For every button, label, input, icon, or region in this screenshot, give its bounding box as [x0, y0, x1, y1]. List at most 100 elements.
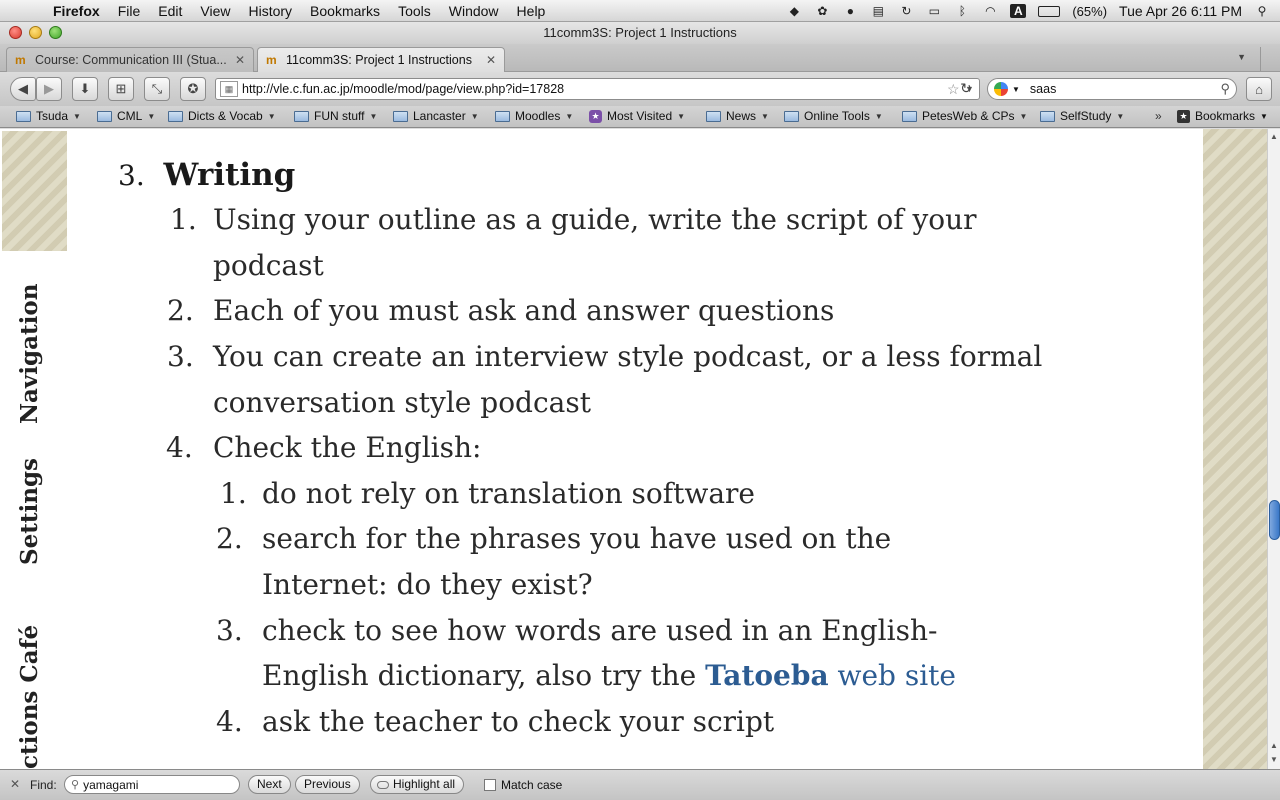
checkbox-icon[interactable]	[484, 779, 496, 791]
menu-history[interactable]: History	[239, 3, 301, 19]
close-tab-icon[interactable]: ✕	[486, 53, 496, 67]
sidebar-settings-tab[interactable]: Settings	[16, 458, 43, 565]
paw-icon[interactable]: ✿	[814, 4, 830, 18]
menu-file[interactable]: File	[109, 3, 150, 19]
find-previous-button[interactable]: Previous	[295, 775, 360, 794]
chevron-down-icon: ▼	[565, 111, 574, 121]
scroll-thumb[interactable]	[1269, 500, 1280, 540]
back-button[interactable]: ◀	[10, 77, 36, 101]
sidebar-cafe-tab[interactable]: ctions Café	[16, 625, 43, 769]
sidebar-navigation-tab[interactable]: Navigation	[16, 284, 43, 424]
close-find-bar-icon[interactable]: ✕	[10, 777, 20, 791]
url-bar[interactable]: ▦ http://vle.c.fun.ac.jp/moodle/mod/page…	[215, 78, 980, 100]
scroll-up-icon[interactable]: ▲	[1270, 741, 1278, 750]
home-button[interactable]: ⌂	[1246, 77, 1272, 101]
zoom-window-button[interactable]	[49, 26, 62, 39]
bookmark-folder-news[interactable]: News ▼	[706, 109, 769, 123]
tab-label: 11comm3S: Project 1 Instructions	[286, 53, 472, 67]
highlight-all-button[interactable]: Highlight all	[370, 775, 465, 794]
spotlight-search-icon[interactable]: ⚲	[1254, 4, 1270, 18]
bookmark-folder-selfstudy[interactable]: SelfStudy ▼	[1040, 109, 1124, 123]
scroll-up-icon[interactable]: ▲	[1270, 132, 1278, 141]
fullscreen-button[interactable]: ⤡	[144, 77, 170, 101]
moodle-favicon-icon: m	[15, 53, 26, 67]
chevron-down-icon: ▼	[1116, 111, 1125, 121]
clock[interactable]: Tue Apr 26 6:11 PM	[1119, 3, 1242, 19]
find-input[interactable]: ⚲ yamagami	[64, 775, 240, 794]
bluetooth-icon[interactable]: ᛒ	[954, 4, 970, 18]
list-item: 4.	[166, 431, 193, 464]
folder-icon	[294, 110, 309, 122]
vertical-scrollbar[interactable]: ▲ ▲ ▼	[1267, 129, 1280, 769]
list-item-text: Check the English:	[213, 431, 482, 464]
menu-edit[interactable]: Edit	[149, 3, 191, 19]
skype-icon[interactable]: ●	[842, 4, 858, 18]
tab-course[interactable]: m Course: Communication III (Stua... ✕	[6, 47, 254, 72]
tatoeba-link[interactable]: Tatoeba web site	[705, 659, 956, 692]
memory-icon[interactable]: ▤	[870, 4, 886, 18]
list-number: 2.	[167, 294, 194, 327]
bookmark-folder-fun-stuff[interactable]: FUN stuff ▼	[294, 109, 377, 123]
display-icon[interactable]: ▭	[926, 4, 942, 18]
site-identity-icon[interactable]: ▦	[220, 81, 238, 97]
bookmarks-menu-label: Bookmarks	[1195, 109, 1256, 123]
match-case-checkbox[interactable]: Match case	[484, 778, 562, 792]
mac-menu-bar: Firefox File Edit View History Bookmarks…	[0, 0, 1280, 22]
bookmark-folder-cml[interactable]: CML ▼	[97, 109, 155, 123]
bookmarks-overflow-icon[interactable]: »	[1155, 109, 1162, 123]
forward-button[interactable]: ▶	[36, 77, 62, 101]
menu-bookmarks[interactable]: Bookmarks	[301, 3, 389, 19]
search-engine-dropdown-icon[interactable]: ▼	[1012, 85, 1020, 94]
tab-strip-resize-handle[interactable]	[1260, 47, 1274, 71]
new-tab-button[interactable]: ⊞	[108, 77, 134, 101]
menu-window[interactable]: Window	[440, 3, 508, 19]
download-button[interactable]: ⬇	[72, 77, 98, 101]
find-next-button[interactable]: Next	[248, 775, 291, 794]
bookmark-folder-lancaster[interactable]: Lancaster ▼	[393, 109, 479, 123]
wifi-icon[interactable]: ◠	[982, 4, 998, 18]
sync-icon[interactable]: ↻	[898, 4, 914, 18]
bookmark-label: Tsuda	[36, 109, 69, 123]
bookmark-label: Dicts & Vocab	[188, 109, 263, 123]
bookmark-folder-online-tools[interactable]: Online Tools ▼	[784, 109, 883, 123]
sub-list-item-text: Internet: do they exist?	[262, 568, 593, 601]
menu-app-firefox[interactable]: Firefox	[44, 3, 109, 19]
find-input-value[interactable]: yamagami	[83, 778, 138, 792]
tab-project-instructions[interactable]: m 11comm3S: Project 1 Instructions ✕	[257, 47, 505, 72]
close-window-button[interactable]	[9, 26, 22, 39]
url-text[interactable]: http://vle.c.fun.ac.jp/moodle/mod/page/v…	[242, 82, 947, 96]
reload-icon[interactable]: ↻	[955, 80, 977, 98]
plus-icon: ⊞	[115, 81, 127, 96]
bookmark-folder-petesweb[interactable]: PetesWeb & CPs ▼	[902, 109, 1027, 123]
search-input[interactable]: saas	[1024, 82, 1217, 96]
google-icon[interactable]	[994, 82, 1008, 96]
sub-list-item: 4.	[216, 705, 243, 738]
bookmark-folder-moodles[interactable]: Moodles ▼	[495, 109, 573, 123]
bookmark-folder-dicts-vocab[interactable]: Dicts & Vocab ▼	[168, 109, 276, 123]
chevron-down-icon: ▼	[761, 111, 769, 121]
search-icon[interactable]: ⚲	[1220, 81, 1230, 97]
bookmark-folder-tsuda[interactable]: Tsuda ▼	[16, 109, 81, 123]
bookmark-label: News	[726, 109, 757, 123]
search-icon: ⚲	[71, 779, 80, 791]
minimize-window-button[interactable]	[29, 26, 42, 39]
menu-tools[interactable]: Tools	[389, 3, 440, 19]
search-bar[interactable]: ▼ saas ⚲	[987, 78, 1237, 100]
bookmarks-menu-button[interactable]: ★ Bookmarks ▼	[1177, 109, 1268, 123]
menu-help[interactable]: Help	[508, 3, 555, 19]
tab-strip: m Course: Communication III (Stua... ✕ m…	[0, 44, 1280, 72]
bookmark-label: Lancaster	[413, 109, 466, 123]
scroll-down-icon[interactable]: ▼	[1270, 755, 1278, 764]
bookmark-folder-most-visited[interactable]: ★ Most Visited ▼	[589, 109, 685, 123]
list-item-text: You can create an interview style podcas…	[213, 340, 1043, 373]
sub-list-item-text: English dictionary, also try the	[262, 659, 706, 692]
addon-button[interactable]: ✪	[180, 77, 206, 101]
list-all-tabs-icon[interactable]: ▼	[1237, 52, 1246, 62]
list-item: 2.	[167, 294, 194, 327]
input-source-icon[interactable]: A	[1010, 4, 1027, 18]
dropbox-icon[interactable]: ◆	[786, 4, 802, 18]
close-tab-icon[interactable]: ✕	[235, 53, 245, 67]
battery-icon[interactable]	[1038, 5, 1061, 17]
menu-view[interactable]: View	[191, 3, 239, 19]
forward-arrow-icon: ▶	[44, 81, 54, 96]
